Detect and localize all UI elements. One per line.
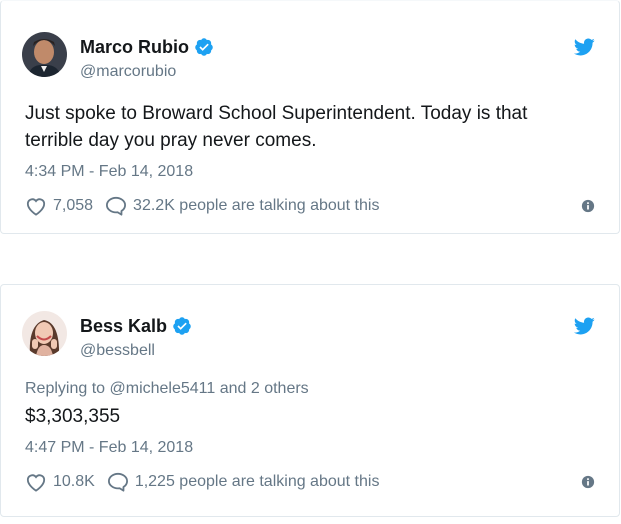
- info-icon[interactable]: [581, 199, 595, 213]
- tweet-text: Just spoke to Broward School Superintend…: [25, 103, 528, 151]
- twitter-bird-icon[interactable]: [571, 36, 597, 58]
- avatar[interactable]: [22, 32, 67, 77]
- like-button[interactable]: 10.8K: [25, 472, 95, 492]
- timestamp[interactable]: 4:34 PM - Feb 14, 2018: [25, 162, 193, 182]
- talking-count: 1,225 people are talking about this: [134, 473, 380, 490]
- timestamp[interactable]: 4:47 PM - Feb 14, 2018: [25, 438, 193, 458]
- twitter-bird-icon[interactable]: [571, 315, 597, 337]
- name-row: Marco Rubio: [80, 36, 214, 58]
- tweet-card-kalb[interactable]: Bess Kalb @bessbell Replying to @michele…: [0, 284, 620, 517]
- action-bar: 7,058 32.2K people are talking about thi…: [25, 193, 595, 219]
- avatar[interactable]: [22, 311, 67, 356]
- reply-button[interactable]: 32.2K people are talking about this: [105, 196, 379, 216]
- tweet-text: $3,303,355: [25, 406, 121, 427]
- reply-button[interactable]: 1,225 people are talking about this: [107, 472, 380, 492]
- avatar-photo-icon: [22, 32, 67, 77]
- replying-to[interactable]: Replying to @michele5411 and 2 others: [25, 379, 309, 399]
- like-count: 7,058: [53, 197, 94, 214]
- tweet-card-rubio[interactable]: Marco Rubio @marcorubio Just spoke to Br…: [0, 0, 620, 234]
- action-bar: 10.8K 1,225 people are talking about thi…: [25, 469, 595, 495]
- speech-bubble-icon: [106, 196, 127, 216]
- handle[interactable]: @bessbell: [80, 341, 155, 361]
- talking-count: 32.2K people are talking about this: [133, 197, 380, 214]
- heart-icon: [26, 474, 46, 492]
- handle[interactable]: @marcorubio: [80, 62, 176, 82]
- like-count: 10.8K: [53, 473, 95, 490]
- display-name[interactable]: Marco Rubio: [80, 36, 189, 58]
- heart-icon: [26, 198, 46, 216]
- display-name[interactable]: Bess Kalb: [80, 315, 167, 337]
- speech-bubble-icon: [107, 472, 128, 492]
- like-button[interactable]: 7,058: [25, 196, 93, 216]
- name-row: Bess Kalb: [80, 315, 192, 337]
- avatar-photo-icon: [22, 311, 67, 356]
- info-icon[interactable]: [581, 475, 595, 489]
- verified-badge-icon: [195, 38, 213, 56]
- verified-badge-icon: [173, 317, 191, 335]
